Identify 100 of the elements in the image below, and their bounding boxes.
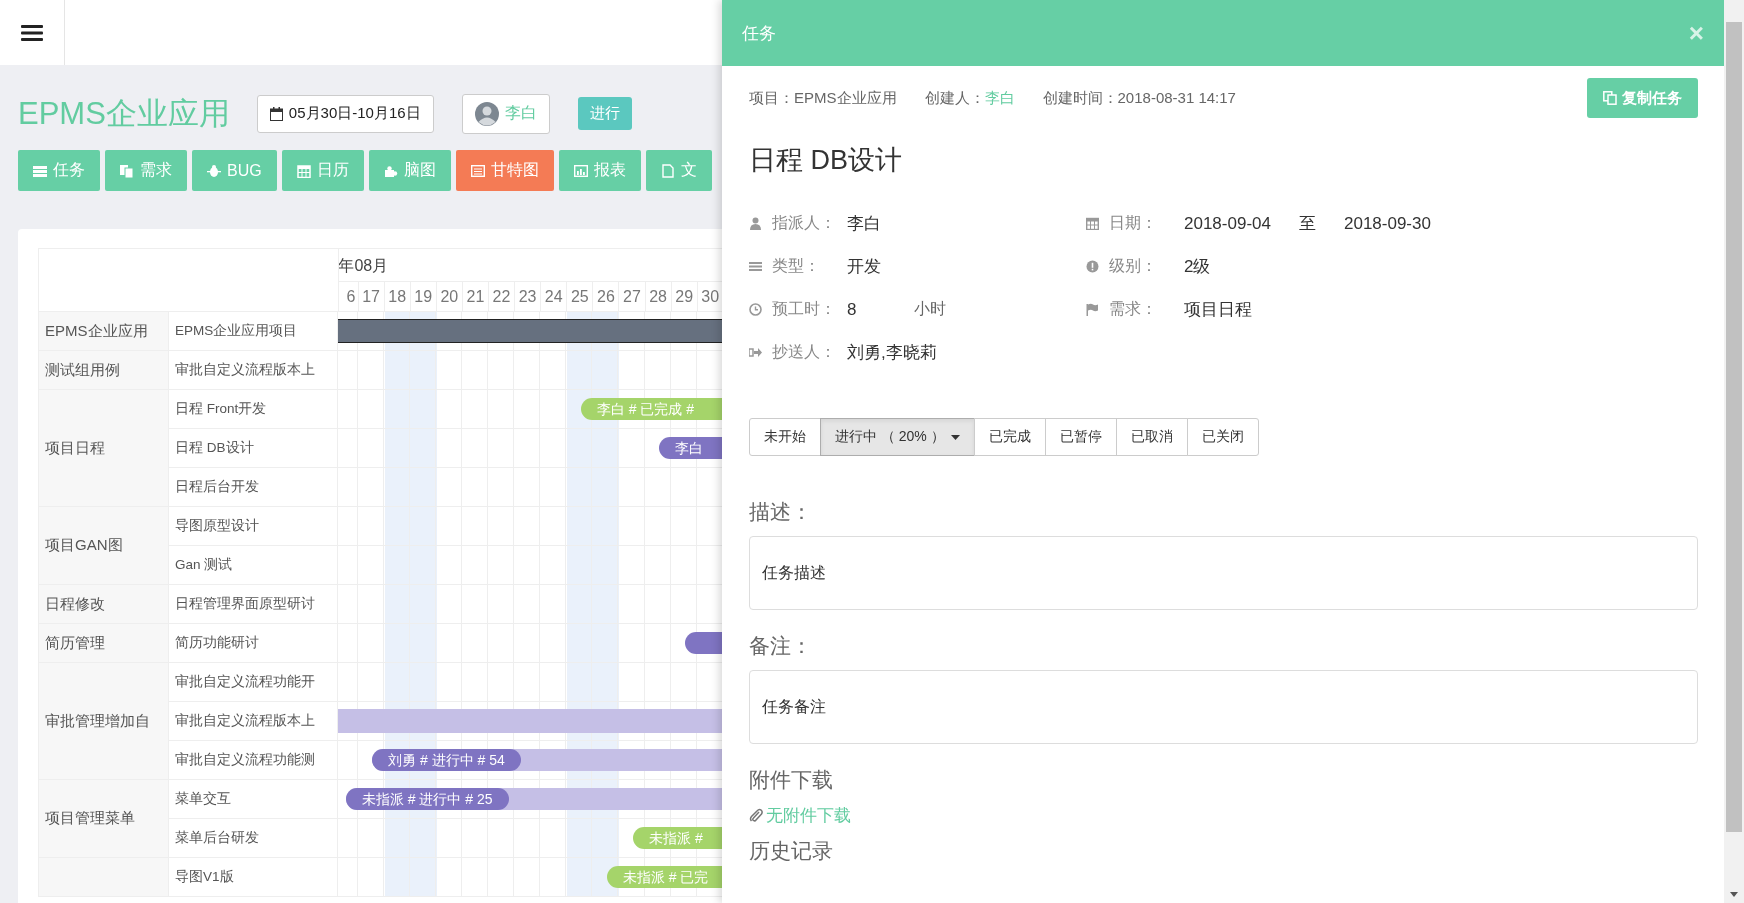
task-name: 菜单后台研发 bbox=[175, 829, 259, 847]
task-bar[interactable]: 李白 bbox=[659, 437, 722, 459]
field-value: 开发 bbox=[847, 256, 881, 278]
project-info: 项目：EPMS企业应用 bbox=[749, 88, 897, 108]
chart-icon bbox=[573, 163, 588, 178]
status-option[interactable]: 进行中 （ 20% ） bbox=[820, 418, 975, 456]
task-name: 审批自定义流程版本上 bbox=[175, 361, 315, 379]
view-tab[interactable]: 文 bbox=[645, 150, 712, 191]
field-value: 2级 bbox=[1184, 256, 1211, 278]
list-icon bbox=[33, 163, 47, 178]
note-box[interactable]: 任务备注 bbox=[749, 670, 1698, 744]
day-label: 30 bbox=[701, 288, 720, 305]
task-name: EPMS企业应用项目 bbox=[175, 322, 298, 340]
section-heading: 备注： bbox=[749, 633, 813, 659]
section-heading: 附件下载 bbox=[749, 767, 834, 793]
day-label: 24 bbox=[544, 288, 563, 305]
task-name: 审批自定义流程功能开 bbox=[175, 673, 315, 691]
view-tab[interactable]: 日历 bbox=[281, 150, 364, 191]
group-cell: 简历管理 bbox=[39, 624, 169, 662]
user-button[interactable]: 李白 bbox=[461, 93, 550, 134]
close-button[interactable]: × bbox=[1684, 17, 1708, 49]
day-label: 6 bbox=[346, 288, 356, 305]
status-option[interactable]: 已完成 bbox=[973, 418, 1046, 456]
section-heading: 描述： bbox=[749, 499, 813, 525]
day-label: 26 bbox=[597, 288, 615, 305]
list-icon bbox=[749, 260, 762, 273]
list-icon bbox=[470, 163, 485, 178]
task-name: 导图原型设计 bbox=[175, 517, 259, 535]
field-label: 指派人： bbox=[772, 213, 837, 233]
exit-icon bbox=[749, 346, 762, 359]
day-label: 27 bbox=[623, 288, 641, 305]
task-name: 菜单交互 bbox=[175, 790, 231, 808]
task-name: 审批自定义流程功能测 bbox=[175, 751, 315, 769]
description-box[interactable]: 任务描述 bbox=[749, 536, 1698, 610]
day-label: 21 bbox=[466, 288, 485, 305]
file-icon bbox=[660, 163, 675, 178]
field-label: 类型： bbox=[772, 256, 821, 276]
task-name: 日程后台开发 bbox=[175, 478, 259, 496]
view-tab[interactable]: BUG bbox=[192, 150, 277, 191]
created-time: 创建时间：2018-08-31 14:17 bbox=[1042, 88, 1236, 108]
status-button[interactable]: 进行 bbox=[577, 97, 632, 130]
task-bar[interactable]: 刘勇 # 进行中 # 54 bbox=[372, 749, 722, 771]
day-label: 28 bbox=[649, 288, 667, 305]
day-label: 18 bbox=[388, 288, 407, 305]
puzzle-icon bbox=[383, 163, 398, 178]
task-bar[interactable]: 未指派 # bbox=[633, 827, 722, 849]
caret-icon bbox=[950, 434, 960, 440]
task-name: 日程 DB设计 bbox=[175, 439, 254, 457]
field-label: 需求： bbox=[1109, 299, 1158, 319]
group-cell: EPMS企业应用 bbox=[39, 312, 169, 350]
field-value: 8 bbox=[847, 299, 857, 320]
group-cell: 项目管理菜单 bbox=[39, 780, 169, 857]
field-value: 项目日程 bbox=[1184, 299, 1252, 321]
panel-title: 任务 bbox=[742, 22, 776, 45]
field-value: 李白 bbox=[847, 213, 881, 235]
day-label: 20 bbox=[440, 288, 459, 305]
task-bar[interactable]: 未指派 # 已完 bbox=[606, 866, 722, 888]
bug-icon bbox=[207, 163, 221, 178]
view-tab[interactable]: 需求 bbox=[105, 150, 187, 191]
day-label: 17 bbox=[362, 288, 380, 305]
view-tab[interactable]: 脑图 bbox=[368, 150, 451, 191]
field-label: 日期： bbox=[1109, 213, 1158, 233]
date-range-button[interactable]: 05月30日-10月16日 bbox=[256, 94, 434, 133]
menu-icon bbox=[21, 23, 43, 42]
calendar-icon bbox=[1086, 217, 1099, 230]
task-name: 导图V1版 bbox=[175, 868, 234, 886]
section-heading: 历史记录 bbox=[749, 838, 834, 864]
avatar-icon bbox=[474, 101, 499, 126]
copy-task-button[interactable]: 复制任务 bbox=[1587, 78, 1698, 118]
task-name: 日程 Front开发 bbox=[175, 400, 267, 418]
task-name: 审批自定义流程版本上 bbox=[175, 712, 315, 730]
view-tab[interactable]: 报表 bbox=[558, 150, 641, 191]
task-bar[interactable]: 未指派 # 进行中 # 25 bbox=[345, 788, 722, 810]
field-value: 2018-09-04 bbox=[1184, 213, 1271, 234]
paperclip-icon bbox=[749, 808, 763, 823]
day-label: 22 bbox=[492, 288, 511, 305]
copy-icon bbox=[1603, 91, 1617, 105]
month-label: 年08月 bbox=[339, 256, 390, 276]
view-tab[interactable]: 任务 bbox=[18, 150, 100, 191]
timeline-bar[interactable] bbox=[338, 319, 722, 343]
status-option[interactable]: 已关闭 bbox=[1186, 418, 1259, 456]
attachment-link[interactable]: 无附件下载 bbox=[766, 804, 851, 827]
clock-icon bbox=[749, 303, 762, 316]
status-option[interactable]: 已取消 bbox=[1115, 418, 1188, 456]
field-value: 2018-09-30 bbox=[1343, 213, 1431, 234]
task-name: Gan 测试 bbox=[175, 556, 233, 574]
field-value: 小时 bbox=[914, 299, 947, 319]
field-value: 刘勇,李晓莉 bbox=[847, 342, 937, 364]
status-option[interactable]: 已暂停 bbox=[1044, 418, 1117, 456]
flag-icon bbox=[1086, 303, 1099, 316]
view-tab[interactable]: 甘特图 bbox=[455, 150, 554, 191]
scrollbar-thumb[interactable] bbox=[1726, 22, 1742, 832]
calendar-icon bbox=[269, 106, 283, 121]
group-cell: 项目日程 bbox=[39, 390, 169, 506]
task-bar[interactable]: 李白 # 已完成 # bbox=[580, 398, 722, 420]
status-option[interactable]: 未开始 bbox=[749, 418, 821, 456]
scroll-down-icon[interactable] bbox=[1730, 892, 1738, 897]
copy-icon bbox=[120, 163, 134, 178]
task-name: 简历功能研讨 bbox=[175, 634, 259, 652]
field-value: 至 bbox=[1298, 213, 1316, 235]
